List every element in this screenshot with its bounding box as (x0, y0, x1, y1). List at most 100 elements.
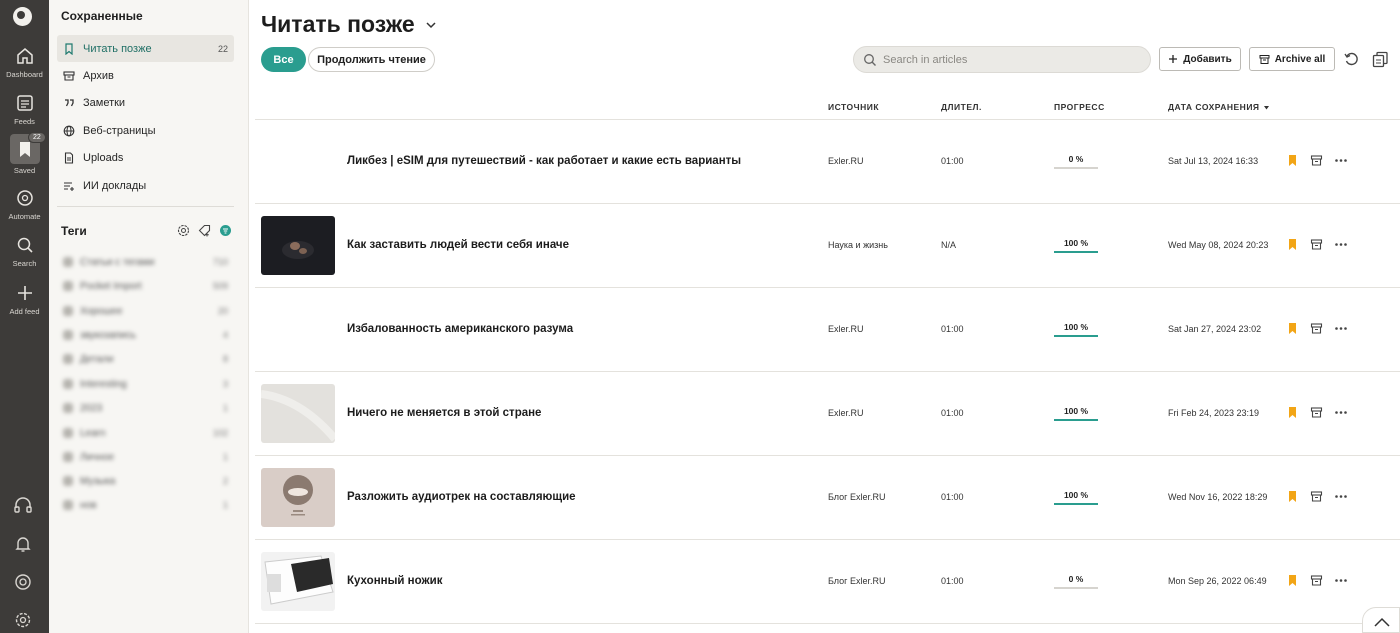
tag-icon (63, 428, 73, 438)
progress-bar-track (1054, 503, 1098, 505)
article-title[interactable]: Как заставить людей вести себя иначе (347, 239, 569, 251)
filter-all-button[interactable]: Все (261, 47, 306, 72)
article-row[interactable]: Как заставить людей вести себя иначе Наук… (255, 204, 1400, 288)
article-title[interactable]: Кухонный ножик (347, 575, 442, 587)
archive-icon[interactable] (1310, 154, 1323, 167)
rail-add-feed[interactable]: Add feed (0, 283, 49, 316)
add-button[interactable]: Добавить (1159, 47, 1241, 71)
tag-item[interactable]: звукозапись 4 (63, 327, 228, 343)
tag-item[interactable]: Детали 8 (63, 351, 228, 367)
bookmark-icon[interactable] (1286, 490, 1299, 503)
rail-feeds[interactable]: Feeds (0, 93, 49, 126)
tag-name: Личное (80, 451, 115, 463)
filter-continue-reading-button[interactable]: Продолжить чтение (308, 47, 435, 72)
tag-item[interactable]: Pocket Import 509 (63, 278, 228, 294)
bookmark-icon[interactable] (1286, 238, 1299, 251)
search-input[interactable]: Search in articles (853, 46, 1151, 73)
column-progress[interactable]: ПРОГРЕСС (1054, 102, 1105, 112)
article-title[interactable]: Разложить аудиотрек на составляющие (347, 491, 576, 503)
more-options-icon[interactable] (1334, 322, 1348, 335)
tag-name: Pocket Import (80, 280, 142, 292)
bell-icon[interactable] (12, 533, 34, 555)
column-duration[interactable]: ДЛИТЕЛ. (941, 102, 982, 112)
article-row[interactable]: Кухонный ножик Блог Exler.RU 01:00 0 % Mon S… (255, 540, 1400, 624)
column-saved-date[interactable]: ДАТА СОХРАНЕНИЯ (1168, 102, 1270, 112)
sidebar-item-read-later[interactable]: Читать позже 22 (57, 35, 234, 62)
article-saved-date: Sat Jan 27, 2024 23:02 (1168, 324, 1262, 334)
undo-icon[interactable] (1343, 51, 1360, 68)
app-logo[interactable] (13, 7, 32, 26)
article-thumbnail[interactable] (261, 216, 335, 275)
settings-icon[interactable] (12, 609, 34, 631)
more-options-icon[interactable] (1334, 490, 1348, 503)
rail-search[interactable]: Search (0, 235, 49, 268)
progress-bar-track (1054, 587, 1098, 589)
bookmark-icon[interactable] (1286, 322, 1299, 335)
tag-name: Статьи с тегами (80, 256, 155, 268)
more-options-icon[interactable] (1334, 406, 1348, 419)
article-title[interactable]: Ничего не меняется в этой стране (347, 407, 541, 419)
tag-item[interactable]: 2023 1 (63, 400, 228, 416)
article-title[interactable]: Ликбез | eSIM для путешествий - как рабо… (347, 155, 741, 167)
article-progress: 100 % (1054, 490, 1098, 505)
headphones-icon[interactable] (12, 494, 34, 516)
more-options-icon[interactable] (1334, 238, 1348, 251)
progress-bar-track (1054, 335, 1098, 337)
article-row[interactable]: Избалованность американского разума Exler… (255, 288, 1400, 372)
tag-count: 3 (222, 379, 228, 389)
sidebar-item-archive[interactable]: Архив (57, 62, 234, 89)
help-icon[interactable] (12, 571, 34, 593)
add-tag-icon[interactable] (198, 224, 211, 237)
article-saved-date: Wed Nov 16, 2022 18:29 (1168, 492, 1268, 502)
page-title[interactable]: Читать позже (261, 11, 437, 38)
scroll-to-top-button[interactable] (1362, 607, 1400, 633)
archive-all-button[interactable]: Archive all (1249, 47, 1335, 71)
article-thumbnail[interactable] (261, 468, 335, 527)
article-row[interactable]: Ликбез | eSIM для путешествий - как рабо… (255, 120, 1400, 204)
article-progress-label: 100 % (1063, 322, 1089, 332)
article-thumbnail[interactable] (261, 552, 335, 611)
tag-count: 1 (222, 452, 228, 462)
sidebar-item-notes[interactable]: Заметки (57, 89, 234, 116)
tag-item[interactable]: Статьи с тегами 710 (63, 254, 228, 270)
article-progress-label: 100 % (1063, 406, 1089, 416)
article-thumbnail[interactable] (261, 384, 335, 443)
article-progress: 0 % (1054, 154, 1098, 169)
article-duration: 01:00 (941, 324, 964, 334)
archive-icon[interactable] (1310, 322, 1323, 335)
archive-icon (1259, 54, 1270, 64)
tag-item[interactable]: нов 1 (63, 497, 228, 513)
article-row[interactable]: Ничего не меняется в этой стране Exler.RU… (255, 372, 1400, 456)
archive-icon[interactable] (1310, 574, 1323, 587)
article-source: Exler.RU (828, 408, 864, 418)
tag-count: 102 (212, 428, 228, 438)
article-duration: N/A (941, 240, 957, 250)
article-title[interactable]: Избалованность американского разума (347, 323, 573, 335)
filter-tags-icon[interactable] (219, 224, 232, 237)
rail-dashboard[interactable]: Dashboard (0, 46, 49, 79)
sidebar-item-ai-reports[interactable]: ИИ доклады (57, 172, 234, 199)
tags-settings-icon[interactable] (177, 224, 190, 237)
sidebar-item-uploads[interactable]: Uploads (57, 144, 234, 171)
tag-item[interactable]: Хорошее 20 (63, 303, 228, 319)
more-options-icon[interactable] (1334, 154, 1348, 167)
row-divider (255, 623, 1400, 624)
bookmark-icon[interactable] (1286, 154, 1299, 167)
bookmark-icon[interactable] (1286, 406, 1299, 419)
tag-item[interactable]: Learn 102 (63, 425, 228, 441)
sidebar-item-webpages[interactable]: Веб-страницы (57, 117, 234, 144)
search-icon (864, 53, 876, 66)
more-options-icon[interactable] (1334, 574, 1348, 587)
layout-toggle-icon[interactable] (1372, 51, 1389, 68)
archive-icon[interactable] (1310, 406, 1323, 419)
tag-count: 1 (222, 500, 228, 510)
tag-item[interactable]: Interesting 3 (63, 376, 228, 392)
bookmark-icon[interactable] (1286, 574, 1299, 587)
rail-automate[interactable]: Automate (0, 188, 49, 221)
column-source[interactable]: ИСТОЧНИК (828, 102, 879, 112)
tag-item[interactable]: Музыка 2 (63, 473, 228, 489)
tag-item[interactable]: Личное 1 (63, 449, 228, 465)
archive-icon[interactable] (1310, 490, 1323, 503)
archive-icon[interactable] (1310, 238, 1323, 251)
article-row[interactable]: Разложить аудиотрек на составляющие Блог … (255, 456, 1400, 540)
